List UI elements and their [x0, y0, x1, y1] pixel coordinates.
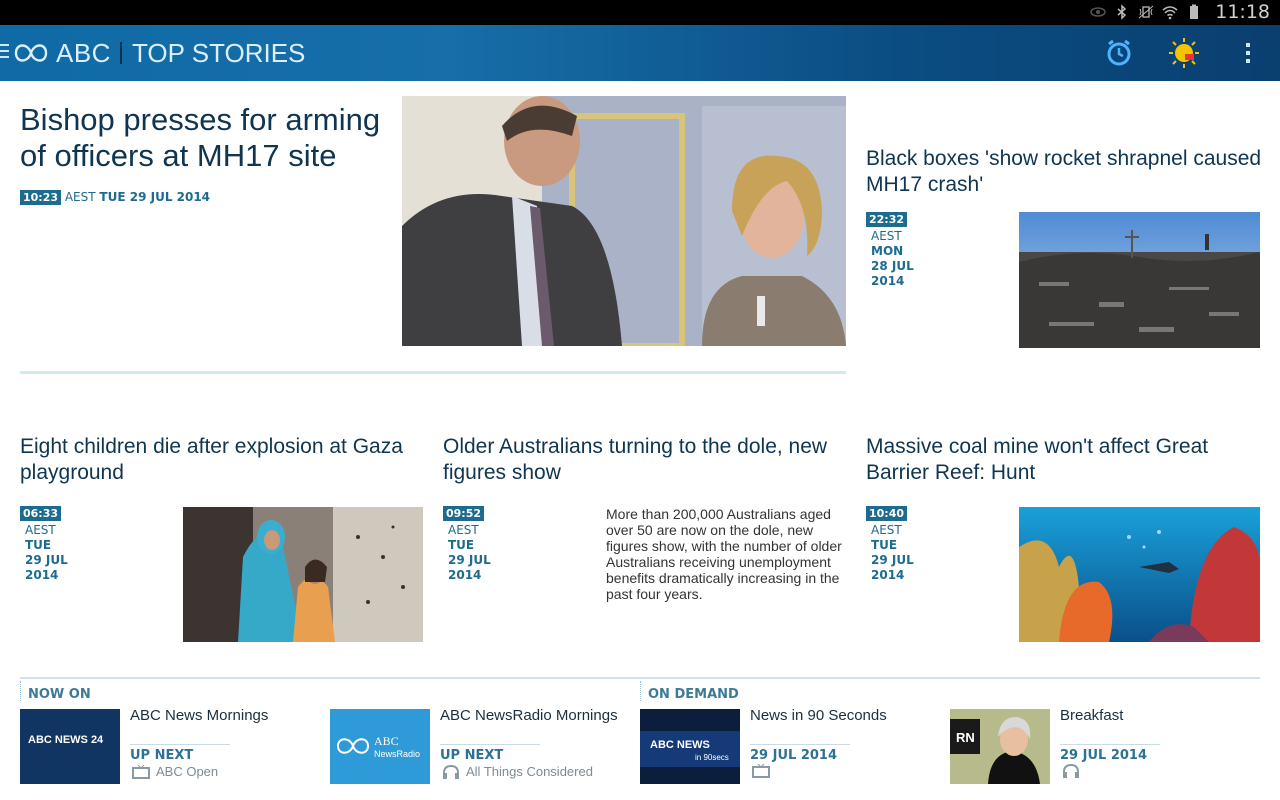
- newsradio-thumb-text-1: ABC: [374, 734, 399, 748]
- reef-story-year: 2014: [871, 568, 905, 582]
- now-on-marker: [20, 681, 21, 701]
- side-story-time: 22:32: [866, 212, 908, 227]
- on-demand-breakfast-rule: [1060, 744, 1160, 745]
- overflow-menu-icon[interactable]: [1232, 37, 1264, 69]
- dole-story-tz: AEST: [448, 523, 479, 537]
- newsradio-thumb-text-2: NewsRadio: [374, 749, 420, 759]
- side-story-meta: 22:32 AEST MON 28 JUL 2014: [866, 212, 914, 289]
- brand-name: ABC: [56, 38, 111, 68]
- gaza-story-headline[interactable]: Eight children die after explosion at Ga…: [20, 434, 420, 486]
- now-on-newsradio-upnext: UP NEXT: [440, 748, 504, 763]
- now-on-newsradio-next: All Things Considered: [442, 764, 593, 779]
- dole-story-daymonth: 29 JUL: [448, 553, 491, 567]
- now-on-newsradio-title[interactable]: ABC NewsRadio Mornings: [440, 707, 618, 724]
- reef-story-daymonth: 29 JUL: [871, 553, 914, 567]
- now-on-newsradio-next-title: All Things Considered: [466, 764, 593, 779]
- now-on-news24-rule: [130, 744, 230, 745]
- headphones-icon: [443, 764, 459, 779]
- gaza-story-photo[interactable]: [183, 507, 423, 642]
- gaza-story-daymonth: 29 JUL: [25, 553, 68, 567]
- dole-story-summary[interactable]: More than 200,000 Australians aged over …: [606, 506, 846, 602]
- on-demand-breakfast-date: 29 JUL 2014: [1060, 748, 1148, 763]
- headphones-icon: [1063, 764, 1079, 778]
- dole-story-meta: 09:52 AEST TUE 29 JUL 2014: [443, 506, 491, 583]
- now-on-newsradio-rule: [440, 744, 540, 745]
- app-bar: ABC TOP STORIES: [0, 25, 1280, 81]
- brand-separator: [120, 42, 122, 64]
- gaza-story-time: 06:33: [20, 506, 62, 521]
- reef-story-time: 10:40: [866, 506, 908, 521]
- news24-thumb-text: ABC NEWS 24: [28, 734, 104, 746]
- side-story-daymonth: 28 JUL: [871, 259, 914, 273]
- lead-story-time: 10:23: [20, 190, 62, 205]
- gaza-story-tz: AEST: [25, 523, 56, 537]
- on-demand-breakfast-type: [1062, 764, 1080, 778]
- on-demand-news90-title[interactable]: News in 90 Seconds: [750, 707, 887, 724]
- dole-story-year: 2014: [448, 568, 482, 582]
- wifi-icon: [1162, 6, 1178, 20]
- dole-story-day: TUE: [448, 538, 475, 552]
- drawer-menu-icon[interactable]: [0, 44, 10, 60]
- now-on-newsradio-thumb[interactable]: ABC NewsRadio: [330, 709, 430, 784]
- dole-story-headline[interactable]: Older Australians turning to the dole, n…: [443, 434, 843, 486]
- lead-story-date: TUE 29 JUL 2014: [99, 190, 211, 204]
- tv-icon: [752, 764, 770, 778]
- tv-icon: [132, 764, 150, 779]
- side-story-tz: AEST: [871, 229, 902, 243]
- on-demand-label: ON DEMAND: [648, 687, 739, 702]
- status-bar: 11:18: [0, 0, 1280, 25]
- gaza-story-meta: 06:33 AEST TUE 29 JUL 2014: [20, 506, 68, 583]
- reef-story-meta: 10:40 AEST TUE 29 JUL 2014: [866, 506, 914, 583]
- now-on-news24-title[interactable]: ABC News Mornings: [130, 707, 268, 724]
- eye-icon: [1090, 7, 1106, 17]
- now-on-news24-next: ABC Open: [132, 764, 218, 779]
- lead-divider: [20, 371, 846, 374]
- battery-icon: [1190, 4, 1198, 19]
- bottom-bar-divider: [20, 677, 1260, 679]
- now-on-label: NOW ON: [28, 687, 91, 702]
- abc-logo-icon[interactable]: [14, 39, 48, 67]
- on-demand-marker: [640, 681, 641, 701]
- lead-story-photo[interactable]: [402, 96, 846, 346]
- on-demand-breakfast-title[interactable]: Breakfast: [1060, 707, 1123, 724]
- breakfast-thumb-text: RN: [956, 730, 975, 745]
- on-demand-news90-date: 29 JUL 2014: [750, 748, 838, 763]
- gaza-story-day: TUE: [25, 538, 52, 552]
- now-on-news24-next-title: ABC Open: [156, 764, 219, 779]
- lead-story-headline[interactable]: Bishop presses for arming of officers at…: [20, 102, 390, 174]
- reef-story-day: TUE: [871, 538, 898, 552]
- lead-story-meta: 10:23 AEST TUE 29 JUL 2014: [20, 190, 210, 205]
- side-story-year: 2014: [871, 274, 905, 288]
- reef-story-headline[interactable]: Massive coal mine won't affect Great Bar…: [866, 434, 1266, 486]
- vibrate-icon: [1138, 5, 1154, 19]
- side-story-day: MON: [871, 244, 904, 258]
- bluetooth-icon: [1117, 4, 1127, 20]
- on-demand-news90-thumb[interactable]: ABC NEWS in 90secs: [640, 709, 740, 784]
- news90-thumb-text-1: ABC NEWS: [650, 739, 710, 751]
- weather-icon[interactable]: [1168, 37, 1200, 69]
- section-title: TOP STORIES: [132, 38, 306, 68]
- reef-story-tz: AEST: [871, 523, 902, 537]
- on-demand-news90-type: [752, 764, 770, 778]
- gaza-story-year: 2014: [25, 568, 59, 582]
- alarm-clock-icon[interactable]: [1103, 37, 1135, 69]
- on-demand-news90-rule: [750, 744, 850, 745]
- status-icons: [1090, 4, 1202, 20]
- lead-story-tz: AEST: [64, 190, 96, 204]
- dole-story-time: 09:52: [443, 506, 485, 521]
- now-on-news24-thumb[interactable]: ABC NEWS 24: [20, 709, 120, 784]
- now-on-news24-upnext: UP NEXT: [130, 748, 194, 763]
- side-story-headline[interactable]: Black boxes 'show rocket shrapnel caused…: [866, 146, 1266, 198]
- news90-thumb-text-2: in 90secs: [695, 753, 729, 762]
- status-clock: 11:18: [1215, 1, 1270, 23]
- reef-story-photo[interactable]: [1019, 507, 1260, 642]
- side-story-photo[interactable]: [1019, 212, 1260, 348]
- on-demand-breakfast-thumb[interactable]: RN: [950, 709, 1050, 784]
